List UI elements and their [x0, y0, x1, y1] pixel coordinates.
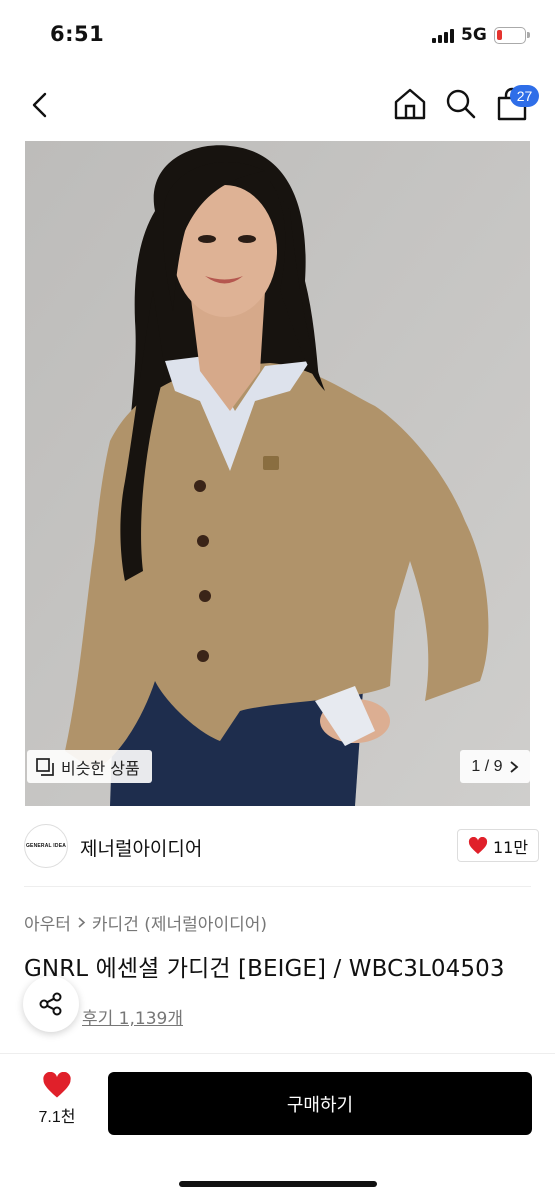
breadcrumb-category[interactable]: 아우터 — [24, 910, 71, 935]
heart-icon — [468, 836, 488, 854]
breadcrumb: 아우터 카디건 (제너럴아이디어) — [24, 910, 267, 935]
buy-button[interactable]: 구매하기 — [108, 1072, 532, 1135]
app-header — [0, 70, 555, 140]
search-button[interactable] — [443, 86, 479, 122]
similar-items-label: 비슷한 상품 — [61, 758, 140, 778]
brand-like-count: 11만 — [493, 837, 529, 857]
share-icon — [39, 992, 62, 1016]
brand-logo[interactable]: GENERAL IDEA — [24, 824, 68, 868]
image-counter[interactable]: 1 / 9 — [460, 750, 530, 783]
chevron-right-icon — [509, 760, 518, 773]
back-button[interactable] — [24, 88, 58, 122]
back-icon — [32, 92, 47, 118]
review-link[interactable]: 후기 1,139개 — [82, 1004, 183, 1029]
wishlist-button[interactable]: 7.1천 — [30, 1072, 84, 1132]
wishlist-count: 7.1천 — [38, 1109, 76, 1126]
divider — [0, 1053, 555, 1054]
home-button[interactable] — [392, 86, 428, 122]
battery-icon — [494, 27, 530, 44]
brand-logo-text: GENERAL IDEA — [25, 843, 67, 849]
status-time: 6:51 — [50, 22, 105, 46]
network-type: 5G — [461, 25, 487, 45]
breadcrumb-subcategory[interactable]: 카디건 (제너럴아이디어) — [92, 910, 267, 935]
cart-count-badge: 27 — [510, 85, 539, 107]
home-icon — [394, 88, 426, 120]
product-title: GNRL 에센셜 가디건 [BEIGE] / WBC3L04503 — [24, 956, 505, 982]
image-counter-text: 1 / 9 — [471, 757, 503, 775]
status-bar: 6:51 5G — [0, 0, 555, 70]
brand-name[interactable]: 제너럴아이디어 — [80, 834, 202, 861]
similar-items-button[interactable]: 비슷한 상품 — [27, 750, 152, 783]
product-image[interactable] — [25, 141, 530, 806]
heart-icon — [43, 1072, 71, 1098]
home-indicator — [179, 1181, 377, 1187]
brand-like-button[interactable]: 11만 — [457, 829, 540, 862]
similar-items-icon — [36, 757, 54, 776]
signal-icon — [432, 29, 454, 43]
chevron-right-icon — [78, 917, 86, 928]
brand-row: GENERAL IDEA 제너럴아이디어 11만 — [0, 806, 555, 888]
search-icon — [446, 89, 476, 119]
divider — [24, 886, 531, 887]
share-button[interactable] — [23, 976, 79, 1032]
